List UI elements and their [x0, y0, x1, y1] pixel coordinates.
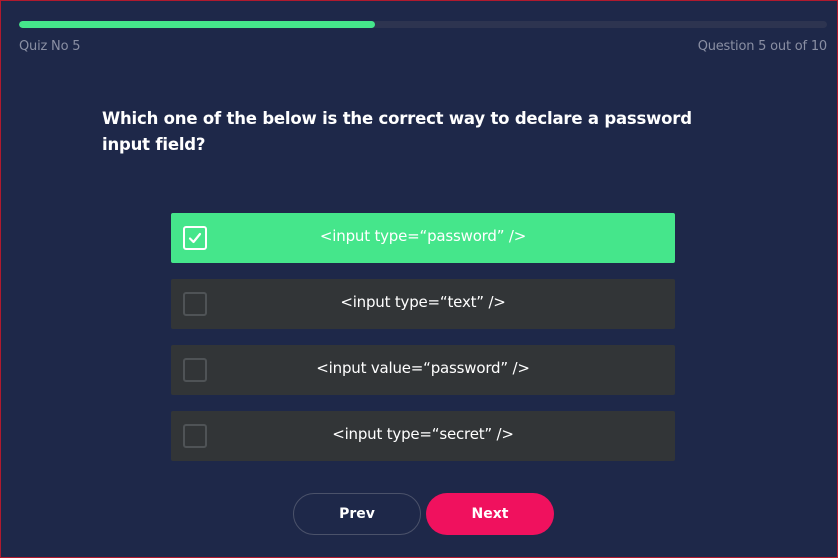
checkbox[interactable] — [183, 358, 207, 382]
answer-option-label: <input type=“secret” /> — [332, 425, 514, 443]
answer-options: <input type=“password” /> <input type=“t… — [171, 213, 675, 477]
checkbox[interactable] — [183, 424, 207, 448]
question-text: Which one of the below is the correct wa… — [102, 109, 692, 154]
progress-bar-fill — [19, 21, 375, 28]
answer-option-1[interactable]: <input type=“password” /> — [171, 213, 675, 263]
checkmark-icon — [188, 232, 202, 244]
checkbox[interactable] — [183, 292, 207, 316]
answer-option-4[interactable]: <input type=“secret” /> — [171, 411, 675, 461]
next-button[interactable]: Next — [426, 493, 554, 535]
answer-option-label: <input type=“text” /> — [340, 293, 506, 311]
answer-option-label: <input value=“password” /> — [316, 359, 530, 377]
quiz-window: Quiz No 5 Question 5 out of 10 Which one… — [0, 0, 838, 558]
quiz-label: Quiz No 5 — [19, 39, 81, 54]
answer-option-label: <input type=“password” /> — [319, 227, 527, 245]
answer-option-3[interactable]: <input value=“password” /> — [171, 345, 675, 395]
progress-bar — [19, 21, 827, 28]
question-counter: Question 5 out of 10 — [697, 39, 828, 54]
prev-button[interactable]: Prev — [293, 493, 421, 535]
checkbox[interactable] — [183, 226, 207, 250]
answer-option-2[interactable]: <input type=“text” /> — [171, 279, 675, 329]
